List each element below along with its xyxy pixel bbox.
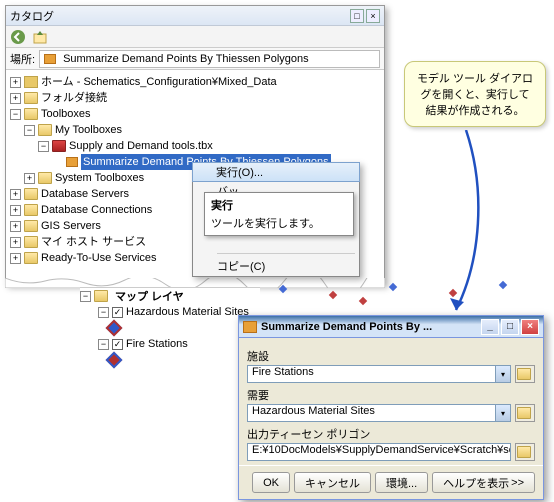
- tooltip-title: 実行: [211, 197, 347, 213]
- folder-icon: [24, 92, 38, 104]
- tree-supply-toolbox[interactable]: Supply and Demand tools.tbx: [69, 138, 213, 154]
- checkbox-hazmat[interactable]: [112, 307, 123, 318]
- arrow-annotation: [426, 130, 506, 330]
- ctx-open[interactable]: 実行(O)...: [192, 162, 360, 182]
- map-layers-header[interactable]: マップ レイヤ: [111, 286, 188, 306]
- dialog-body: 施設 Fire Stations▾ 需要 Hazardous Material …: [239, 338, 543, 465]
- tree-gis-servers[interactable]: GIS Servers: [41, 218, 101, 234]
- browse-button[interactable]: [515, 443, 535, 461]
- demand-label: 需要: [247, 387, 535, 403]
- demand-input[interactable]: Hazardous Material Sites▾: [247, 404, 511, 422]
- toolbox-icon: [52, 140, 66, 152]
- facility-label: 施設: [247, 348, 535, 364]
- tree-home[interactable]: ホーム - Schematics_Configuration¥Mixed_Dat…: [41, 74, 277, 90]
- folder-icon: [24, 108, 38, 120]
- expander[interactable]: +: [10, 205, 21, 216]
- close-button[interactable]: ×: [521, 319, 539, 335]
- fire-symbol: [106, 352, 123, 369]
- expander[interactable]: −: [24, 125, 35, 136]
- auto-hide-button[interactable]: □: [350, 9, 364, 23]
- folder-icon: [38, 124, 52, 136]
- cancel-button[interactable]: キャンセル: [294, 472, 371, 493]
- folder-icon: [38, 172, 52, 184]
- output-input[interactable]: E:¥10DocModels¥SupplyDemandService¥Scrat…: [247, 443, 511, 461]
- expander[interactable]: +: [10, 221, 21, 232]
- help-button[interactable]: ヘルプを表示 >>: [432, 472, 535, 493]
- folder-icon: [94, 290, 108, 302]
- tooltip: 実行 ツールを実行します。: [204, 192, 354, 236]
- folder-icon: [517, 446, 531, 458]
- minimize-button[interactable]: _: [481, 319, 499, 335]
- catalog-title: カタログ: [10, 8, 348, 24]
- folder-icon: [24, 204, 38, 216]
- hammer-icon: [243, 321, 257, 333]
- expander[interactable]: +: [10, 253, 21, 264]
- expander[interactable]: +: [10, 93, 21, 104]
- checkbox-fire[interactable]: [112, 339, 123, 350]
- folder-icon: [24, 236, 38, 248]
- callout-note: モデル ツール ダイアログを開くと、実行して結果が作成される。: [404, 61, 546, 127]
- expander[interactable]: +: [10, 237, 21, 248]
- location-text: Summarize Demand Points By Thiessen Poly…: [63, 53, 309, 65]
- folder-icon: [517, 407, 531, 419]
- tree-host-services[interactable]: マイ ホスト サービス: [41, 234, 146, 250]
- layer-fire[interactable]: Fire Stations: [126, 338, 188, 350]
- layer-hazmat[interactable]: Hazardous Material Sites: [126, 306, 249, 318]
- tree-ready-services[interactable]: Ready-To-Use Services: [41, 250, 157, 266]
- folder-icon: [517, 368, 531, 380]
- maximize-button[interactable]: □: [501, 319, 519, 335]
- folder-icon: [24, 220, 38, 232]
- home-icon: [24, 76, 38, 88]
- tree-toolboxes[interactable]: Toolboxes: [41, 106, 91, 122]
- expander[interactable]: +: [10, 77, 21, 88]
- location-field[interactable]: Summarize Demand Points By Thiessen Poly…: [39, 50, 380, 68]
- back-button[interactable]: [10, 29, 26, 45]
- expander[interactable]: −: [10, 109, 21, 120]
- tool-dialog: Summarize Demand Points By ... _ □ × 施設 …: [238, 315, 544, 500]
- close-button[interactable]: ×: [366, 9, 380, 23]
- tree-db-servers[interactable]: Database Servers: [41, 186, 129, 202]
- hazmat-symbol: [106, 320, 123, 337]
- expander[interactable]: −: [98, 339, 109, 350]
- browse-button[interactable]: [515, 365, 535, 383]
- facility-input[interactable]: Fire Stations▾: [247, 365, 511, 383]
- dropdown-arrow-icon[interactable]: ▾: [495, 366, 510, 382]
- dropdown-arrow-icon[interactable]: ▾: [495, 405, 510, 421]
- browse-button[interactable]: [515, 404, 535, 422]
- environments-button[interactable]: 環境...: [375, 472, 428, 493]
- chevron-right-icon: >>: [511, 477, 524, 489]
- hammer-icon: [44, 54, 56, 64]
- dialog-buttons: OK キャンセル 環境... ヘルプを表示 >>: [239, 465, 543, 499]
- expander[interactable]: −: [98, 307, 109, 318]
- tooltip-body: ツールを実行します。: [211, 215, 347, 231]
- catalog-titlebar[interactable]: カタログ □ ×: [6, 6, 384, 26]
- map-layers-panel: −マップ レイヤ −Hazardous Material Sites −Fire…: [80, 287, 260, 368]
- location-label: 場所:: [10, 51, 35, 67]
- expander[interactable]: −: [80, 291, 91, 302]
- expander[interactable]: −: [38, 141, 49, 152]
- ctx-separator: [217, 253, 355, 254]
- catalog-toolbar: [6, 26, 384, 48]
- dialog-titlebar[interactable]: Summarize Demand Points By ... _ □ ×: [239, 316, 543, 338]
- hammer-icon: [66, 157, 78, 167]
- tree-folder-connections[interactable]: フォルダ接続: [41, 90, 107, 106]
- dialog-title: Summarize Demand Points By ...: [261, 321, 479, 333]
- expander[interactable]: +: [10, 189, 21, 200]
- ok-button[interactable]: OK: [252, 472, 290, 493]
- tree-system-toolboxes[interactable]: System Toolboxes: [55, 170, 144, 186]
- output-label: 出力ティーセン ポリゴン: [247, 426, 535, 442]
- tree-db-connections[interactable]: Database Connections: [41, 202, 152, 218]
- folder-icon: [24, 252, 38, 264]
- location-bar: 場所: Summarize Demand Points By Thiessen …: [6, 48, 384, 70]
- folder-icon: [24, 188, 38, 200]
- expander[interactable]: +: [24, 173, 35, 184]
- tree-my-toolboxes[interactable]: My Toolboxes: [55, 122, 122, 138]
- up-button[interactable]: [32, 29, 48, 45]
- ctx-copy[interactable]: コピー(C): [193, 256, 359, 276]
